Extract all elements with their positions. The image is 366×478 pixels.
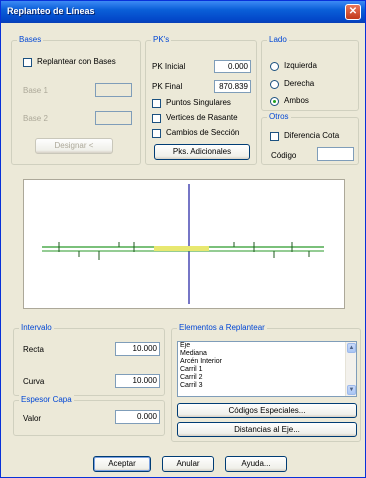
scroll-down-icon[interactable]: ▼ [347, 385, 356, 395]
list-item[interactable]: Arcén Interior [178, 358, 356, 366]
base2-label: Base 2 [23, 114, 48, 123]
base1-label: Base 1 [23, 86, 48, 95]
valor-field[interactable]: 0.000 [115, 410, 160, 424]
close-icon[interactable]: ✕ [345, 4, 361, 20]
pk-final-label: PK Final [152, 82, 183, 91]
codigo-label: Código [271, 151, 297, 160]
pk-inicial-label: PK Inicial [152, 62, 186, 71]
vertices-rasante-label: Vertices de Rasante [166, 113, 238, 122]
puntos-singulares-checkbox[interactable] [152, 99, 161, 108]
valor-label: Valor [23, 414, 42, 423]
diferencia-cota-checkbox[interactable] [270, 132, 279, 141]
cambios-seccion-label: Cambios de Sección [166, 128, 240, 137]
replantear-bases-checkbox[interactable] [23, 58, 32, 67]
dialog-window: Replanteo de Líneas ✕ Bases Replantear c… [0, 0, 366, 478]
derecha-label: Derecha [284, 79, 315, 88]
cambios-seccion-checkbox[interactable] [152, 129, 161, 138]
elementos-listbox[interactable]: Eje Mediana Arcén Interior Carril 1 Carr… [177, 341, 357, 397]
codigo-field[interactable] [317, 147, 354, 161]
ambos-radio[interactable] [270, 97, 279, 106]
designar-button[interactable]: Designar < [35, 138, 113, 154]
pk-final-field[interactable]: 870.839 [214, 80, 251, 93]
window-title: Replanteo de Líneas [7, 6, 95, 16]
elementos-legend: Elementos a Replantear [177, 323, 267, 333]
espesor-legend: Espesor Capa [19, 395, 74, 405]
preview-highlight-segment [154, 246, 209, 251]
curva-field[interactable]: 10.000 [115, 374, 160, 388]
list-item[interactable]: Mediana [178, 350, 356, 358]
alignment-preview-drawing [42, 184, 324, 304]
pks-legend: PK's [151, 35, 172, 45]
list-scrollbar[interactable]: ▲ ▼ [345, 342, 356, 396]
pk-inicial-field[interactable]: 0.000 [214, 60, 251, 73]
base2-field [95, 111, 132, 125]
base1-field [95, 83, 132, 97]
pks-adicionales-button[interactable]: Pks. Adicionales [154, 144, 250, 160]
distancias-eje-button[interactable]: Distancias al Eje... [177, 422, 357, 437]
replantear-bases-label: Replantear con Bases [37, 57, 116, 66]
vertices-rasante-checkbox[interactable] [152, 114, 161, 123]
derecha-radio[interactable] [270, 80, 279, 89]
diferencia-cota-label: Diferencia Cota [284, 131, 340, 140]
aceptar-button[interactable]: Aceptar [93, 456, 151, 472]
title-bar[interactable]: Replanteo de Líneas ✕ [1, 1, 365, 23]
curva-label: Curva [23, 377, 45, 386]
lado-legend: Lado [267, 35, 289, 45]
ayuda-button[interactable]: Ayuda... [225, 456, 287, 472]
bases-legend: Bases [17, 35, 44, 45]
preview-canvas[interactable] [23, 179, 345, 309]
anular-button[interactable]: Anular [162, 456, 214, 472]
recta-label: Recta [23, 345, 44, 354]
list-item[interactable]: Carril 1 [178, 366, 356, 374]
scroll-up-icon[interactable]: ▲ [347, 343, 356, 353]
list-item[interactable]: Carril 2 [178, 374, 356, 382]
izquierda-radio[interactable] [270, 62, 279, 71]
list-item[interactable]: Carril 3 [178, 382, 356, 390]
izquierda-label: Izquierda [284, 61, 317, 70]
intervalo-legend: Intervalo [19, 323, 54, 333]
list-item[interactable]: Eje [178, 342, 356, 350]
recta-field[interactable]: 10.000 [115, 342, 160, 356]
puntos-singulares-label: Puntos Singulares [166, 98, 231, 107]
ambos-label: Ambos [284, 96, 309, 105]
codigos-especiales-button[interactable]: Códigos Especiales... [177, 403, 357, 418]
otros-legend: Otros [267, 112, 291, 122]
